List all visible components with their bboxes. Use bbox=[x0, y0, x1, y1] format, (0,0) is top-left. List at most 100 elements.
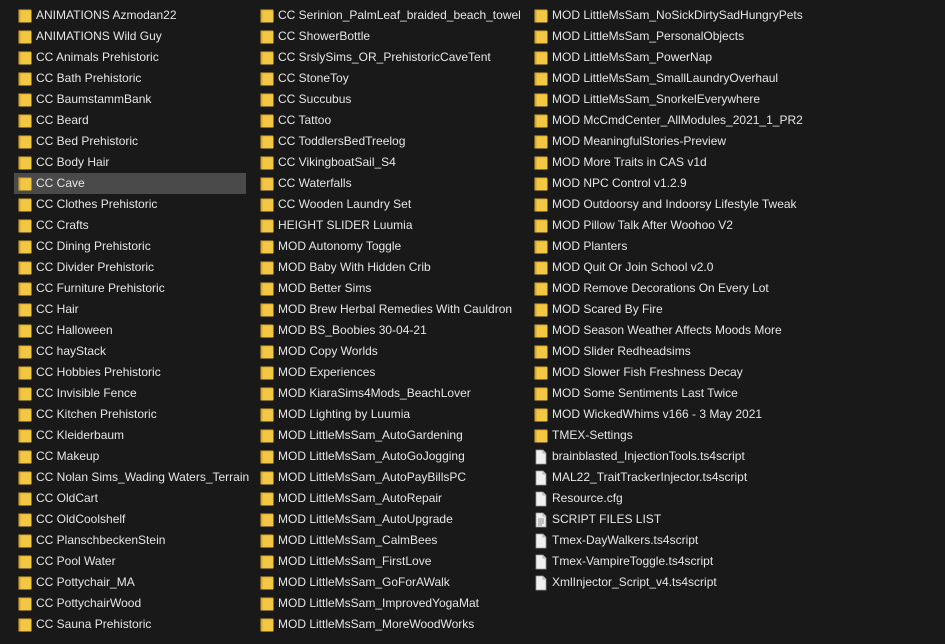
folder-item[interactable]: MOD LittleMsSam_AutoRepair bbox=[256, 488, 518, 509]
folder-item[interactable]: CC Kitchen Prehistoric bbox=[14, 404, 246, 425]
folder-item[interactable]: CC Beard bbox=[14, 110, 246, 131]
folder-icon bbox=[18, 491, 32, 507]
folder-item[interactable]: CC Tattoo bbox=[256, 110, 518, 131]
folder-item[interactable]: MOD LittleMsSam_AutoGoJogging bbox=[256, 446, 518, 467]
folder-item[interactable]: MOD Pillow Talk After Woohoo V2 bbox=[530, 215, 790, 236]
folder-item[interactable]: MOD LittleMsSam_MoreWoodWorks bbox=[256, 614, 518, 635]
folder-item[interactable]: CC Waterfalls bbox=[256, 173, 518, 194]
folder-item[interactable]: CC ShowerBottle bbox=[256, 26, 518, 47]
file-item[interactable]: Tmex-VampireToggle.ts4script bbox=[530, 551, 790, 572]
folder-item[interactable]: MOD LittleMsSam_SnorkelEverywhere bbox=[530, 89, 790, 110]
folder-item[interactable]: MOD Outdoorsy and Indoorsy Lifestyle Twe… bbox=[530, 194, 797, 215]
file-item[interactable]: XmlInjector_Script_v4.ts4script bbox=[530, 572, 790, 593]
folder-item[interactable]: MOD LittleMsSam_PowerNap bbox=[530, 47, 790, 68]
folder-item[interactable]: CC Divider Prehistoric bbox=[14, 257, 246, 278]
folder-item[interactable]: CC Bed Prehistoric bbox=[14, 131, 246, 152]
item-label: MOD Baby With Hidden Crib bbox=[278, 260, 431, 274]
folder-item[interactable]: MOD Some Sentiments Last Twice bbox=[530, 383, 790, 404]
file-item[interactable]: brainblasted_InjectionTools.ts4script bbox=[530, 446, 790, 467]
folder-item[interactable]: CC StoneToy bbox=[256, 68, 518, 89]
file-item[interactable]: MAL22_TraitTrackerInjector.ts4script bbox=[530, 467, 790, 488]
item-label: CC PottychairWood bbox=[36, 596, 142, 610]
folder-item[interactable]: CC Hobbies Prehistoric bbox=[14, 362, 246, 383]
folder-item[interactable]: CC Nolan Sims_Wading Waters_Terrain bbox=[14, 467, 249, 488]
folder-item[interactable]: MOD MeaningfulStories-Preview bbox=[530, 131, 790, 152]
folder-item[interactable]: CC BaumstammBank bbox=[14, 89, 246, 110]
folder-item[interactable]: CC Crafts bbox=[14, 215, 246, 236]
folder-item[interactable]: CC Body Hair bbox=[14, 152, 246, 173]
folder-item[interactable]: MOD Brew Herbal Remedies With Cauldron bbox=[256, 299, 518, 320]
folder-item[interactable]: CC Pool Water bbox=[14, 551, 246, 572]
folder-item[interactable]: CC Clothes Prehistoric bbox=[14, 194, 246, 215]
item-label: CC Kleiderbaum bbox=[36, 428, 125, 442]
folder-item[interactable]: CC Invisible Fence bbox=[14, 383, 246, 404]
folder-item[interactable]: CC PottychairWood bbox=[14, 593, 246, 614]
folder-item[interactable]: CC VikingboatSail_S4 bbox=[256, 152, 518, 173]
folder-item[interactable]: MOD LittleMsSam_ImprovedYogaMat bbox=[256, 593, 518, 614]
folder-item[interactable]: MOD Scared By Fire bbox=[530, 299, 790, 320]
folder-icon bbox=[260, 302, 274, 318]
folder-item[interactable]: MOD Lighting by Luumia bbox=[256, 404, 518, 425]
item-label: Tmex-DayWalkers.ts4script bbox=[552, 533, 699, 547]
folder-item[interactable]: MOD Slider Redheadsims bbox=[530, 341, 790, 362]
folder-item[interactable]: MOD Season Weather Affects Moods More bbox=[530, 320, 790, 341]
folder-item[interactable]: CC Serinion_PalmLeaf_braided_beach_towel bbox=[256, 5, 521, 26]
item-label: MOD WickedWhims v166 - 3 May 2021 bbox=[552, 407, 763, 421]
folder-item[interactable]: CC hayStack bbox=[14, 341, 246, 362]
folder-item[interactable]: CC SrslySims_OR_PrehistoricCaveTent bbox=[256, 47, 518, 68]
folder-item[interactable]: MOD LittleMsSam_AutoUpgrade bbox=[256, 509, 518, 530]
folder-item[interactable]: MOD NPC Control v1.2.9 bbox=[530, 173, 790, 194]
folder-item[interactable]: CC Halloween bbox=[14, 320, 246, 341]
folder-item[interactable]: MOD WickedWhims v166 - 3 May 2021 bbox=[530, 404, 790, 425]
folder-item[interactable]: MOD More Traits in CAS v1d bbox=[530, 152, 790, 173]
folder-item[interactable]: CC OldCart bbox=[14, 488, 246, 509]
folder-item[interactable]: MOD BS_Boobies 30-04-21 bbox=[256, 320, 518, 341]
folder-item[interactable]: MOD LittleMsSam_GoForAWalk bbox=[256, 572, 518, 593]
folder-item[interactable]: CC Pottychair_MA bbox=[14, 572, 246, 593]
folder-item[interactable]: ANIMATIONS Azmodan22 bbox=[14, 5, 246, 26]
folder-item[interactable]: CC Animals Prehistoric bbox=[14, 47, 246, 68]
folder-item[interactable]: MOD Planters bbox=[530, 236, 790, 257]
folder-item[interactable]: CC ToddlersBedTreelog bbox=[256, 131, 518, 152]
folder-item[interactable]: ANIMATIONS Wild Guy bbox=[14, 26, 246, 47]
file-item[interactable]: Resource.cfg bbox=[530, 488, 790, 509]
folder-item[interactable]: CC Sauna Prehistoric bbox=[14, 614, 246, 635]
file-item[interactable]: Tmex-DayWalkers.ts4script bbox=[530, 530, 790, 551]
folder-item[interactable]: MOD Experiences bbox=[256, 362, 518, 383]
folder-item[interactable]: CC Succubus bbox=[256, 89, 518, 110]
folder-item[interactable]: CC OldCoolshelf bbox=[14, 509, 246, 530]
folder-item[interactable]: MOD Autonomy Toggle bbox=[256, 236, 518, 257]
folder-item[interactable]: CC Kleiderbaum bbox=[14, 425, 246, 446]
folder-item[interactable]: MOD LittleMsSam_FirstLove bbox=[256, 551, 518, 572]
folder-icon bbox=[18, 575, 32, 591]
folder-item[interactable]: MOD KiaraSims4Mods_BeachLover bbox=[256, 383, 518, 404]
folder-item[interactable]: MOD LittleMsSam_AutoPayBillsPC bbox=[256, 467, 518, 488]
folder-item[interactable]: MOD LittleMsSam_PersonalObjects bbox=[530, 26, 790, 47]
folder-item[interactable]: MOD McCmdCenter_AllModules_2021_1_PR2 bbox=[530, 110, 803, 131]
folder-item[interactable]: MOD Baby With Hidden Crib bbox=[256, 257, 518, 278]
item-label: MOD Lighting by Luumia bbox=[278, 407, 411, 421]
folder-item[interactable]: MOD Quit Or Join School v2.0 bbox=[530, 257, 790, 278]
item-label: MOD Autonomy Toggle bbox=[278, 239, 402, 253]
folder-icon bbox=[260, 197, 274, 213]
folder-item[interactable]: MOD LittleMsSam_SmallLaundryOverhaul bbox=[530, 68, 790, 89]
folder-item[interactable]: MOD LittleMsSam_AutoGardening bbox=[256, 425, 518, 446]
folder-item[interactable]: MOD LittleMsSam_NoSickDirtySadHungryPets bbox=[530, 5, 803, 26]
folder-item[interactable]: CC Furniture Prehistoric bbox=[14, 278, 246, 299]
folder-item[interactable]: CC Bath Prehistoric bbox=[14, 68, 246, 89]
folder-item[interactable]: CC PlanschbeckenStein bbox=[14, 530, 246, 551]
folder-item[interactable]: CC Makeup bbox=[14, 446, 246, 467]
folder-item[interactable]: MOD Remove Decorations On Every Lot bbox=[530, 278, 790, 299]
folder-item[interactable]: MOD Better Sims bbox=[256, 278, 518, 299]
folder-item[interactable]: HEIGHT SLIDER Luumia bbox=[256, 215, 518, 236]
folder-item[interactable]: CC Wooden Laundry Set bbox=[256, 194, 518, 215]
file-item[interactable]: SCRIPT FILES LIST bbox=[530, 509, 790, 530]
folder-item[interactable]: MOD Slower Fish Freshness Decay bbox=[530, 362, 790, 383]
folder-item[interactable]: CC Hair bbox=[14, 299, 246, 320]
folder-icon bbox=[534, 71, 548, 87]
folder-item[interactable]: MOD Copy Worlds bbox=[256, 341, 518, 362]
folder-item[interactable]: TMEX-Settings bbox=[530, 425, 790, 446]
folder-item[interactable]: CC Dining Prehistoric bbox=[14, 236, 246, 257]
folder-item[interactable]: MOD LittleMsSam_CalmBees bbox=[256, 530, 518, 551]
folder-item[interactable]: CC Cave bbox=[14, 173, 246, 194]
